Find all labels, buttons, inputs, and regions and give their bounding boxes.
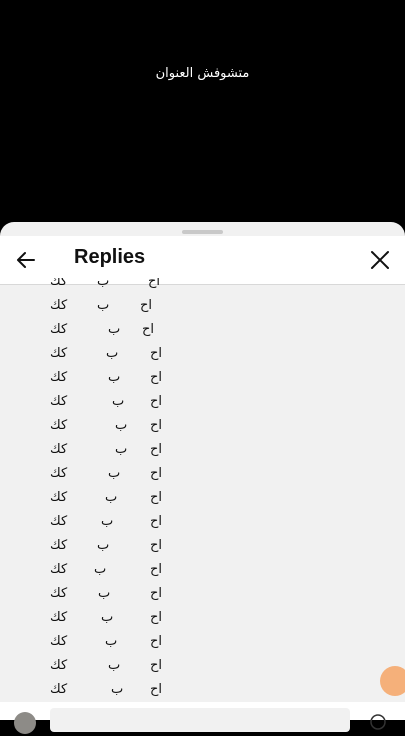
drag-handle[interactable] (182, 230, 223, 234)
comment-word: اح (150, 562, 163, 577)
comment-line: كك ب اح (0, 344, 405, 368)
comment-word: اح (150, 466, 163, 481)
close-icon (371, 251, 389, 269)
video-title: متشوفش العنوان (155, 66, 250, 81)
comment-word: كك (50, 466, 68, 481)
comment-word: ب (97, 278, 110, 289)
comment-word: ب (105, 634, 118, 649)
comment-line: كك ب اح (0, 584, 405, 608)
comment-word: ب (115, 418, 128, 433)
comment-word: اح (150, 538, 163, 553)
avatar (14, 712, 36, 734)
comment-line: كك ب اح (0, 488, 405, 512)
comment-word: ب (101, 610, 114, 625)
comment-word: كك (50, 562, 68, 577)
comment-word: اح (150, 370, 163, 385)
comment-line: كك ب اح (0, 320, 405, 344)
comment-body: كك ب اح كك ب اح كك ب اح كك ب اح كك ب اح كك ب اح كك ب اح كك ب اح… (0, 278, 405, 702)
comment-word: كك (50, 418, 68, 433)
comment-word: ب (98, 586, 111, 601)
comment-word: ب (108, 658, 121, 673)
video-area[interactable]: متشوفش العنوان (0, 0, 405, 225)
comment-word: ب (115, 442, 128, 457)
comment-word: كك (50, 658, 68, 673)
comment-word: اح (150, 490, 163, 505)
comment-word: اح (150, 682, 163, 697)
comment-word: ب (94, 562, 107, 577)
comment-word: اح (150, 610, 163, 625)
comment-word: ب (105, 490, 118, 505)
sheet-header: Replies (0, 236, 405, 284)
comment-word: اح (150, 394, 163, 409)
comment-line: كك ب اح (0, 296, 405, 320)
comment-word: ب (106, 346, 119, 361)
comment-word: ب (112, 394, 125, 409)
comment-line: كك ب اح (0, 368, 405, 392)
comment-word: ب (108, 370, 121, 385)
arrow-left-icon (17, 252, 35, 268)
floating-button[interactable] (380, 666, 405, 696)
comment-line: كك ب اح (0, 278, 405, 296)
reply-bar (0, 702, 405, 734)
comment-word: اح (150, 586, 163, 601)
comment-line: كك ب اح (0, 560, 405, 584)
comment-line: كك ب اح (0, 656, 405, 680)
comment-word: كك (50, 298, 68, 313)
comment-word: كك (50, 322, 68, 337)
back-button[interactable] (12, 246, 40, 274)
comment-word: اح (148, 278, 161, 289)
comment-word: كك (50, 442, 68, 457)
comment-word: اح (150, 346, 163, 361)
comment-word: كك (50, 610, 68, 625)
comment-line: كك ب اح (0, 512, 405, 536)
comment-line: كك ب اح (0, 680, 405, 702)
comment-word: ب (108, 466, 121, 481)
comment-word: اح (150, 418, 163, 433)
comment-line: كك ب اح (0, 632, 405, 656)
comment-word: كك (50, 682, 68, 697)
comment-word: اح (142, 322, 155, 337)
comment-word: اح (150, 658, 163, 673)
comment-word: كك (50, 394, 68, 409)
comment-line: كك ب اح (0, 608, 405, 632)
comment-word: كك (50, 514, 68, 529)
close-button[interactable] (366, 246, 394, 274)
comment-word: ب (108, 322, 121, 337)
comment-word: اح (140, 298, 153, 313)
comment-line: كك ب اح (0, 440, 405, 464)
comment-line: كك ب اح (0, 464, 405, 488)
comment-word: كك (50, 634, 68, 649)
comment-word: ب (97, 538, 110, 553)
comment-word: كك (50, 278, 68, 289)
comment-word: كك (50, 370, 68, 385)
comment-line: كك ب اح (0, 416, 405, 440)
comment-word: ب (111, 682, 124, 697)
comment-line: كك ب اح (0, 536, 405, 560)
reply-input[interactable] (50, 708, 350, 732)
sheet-title: Replies (74, 246, 146, 268)
comment-word: ب (97, 298, 110, 313)
replies-sheet: Replies كك ب اح كك ب اح كك ب اح كك ب اح كك ب اح كك ب اح كك… (0, 222, 405, 720)
comment-line: كك ب اح (0, 392, 405, 416)
comment-word: كك (50, 490, 68, 505)
comment-word: اح (150, 634, 163, 649)
comment-word: كك (50, 346, 68, 361)
emoji-icon[interactable] (368, 712, 388, 732)
comment-word: اح (150, 514, 163, 529)
comment-word: اح (150, 442, 163, 457)
comment-word: كك (50, 538, 68, 553)
comment-word: ب (101, 514, 114, 529)
comment-word: كك (50, 586, 68, 601)
